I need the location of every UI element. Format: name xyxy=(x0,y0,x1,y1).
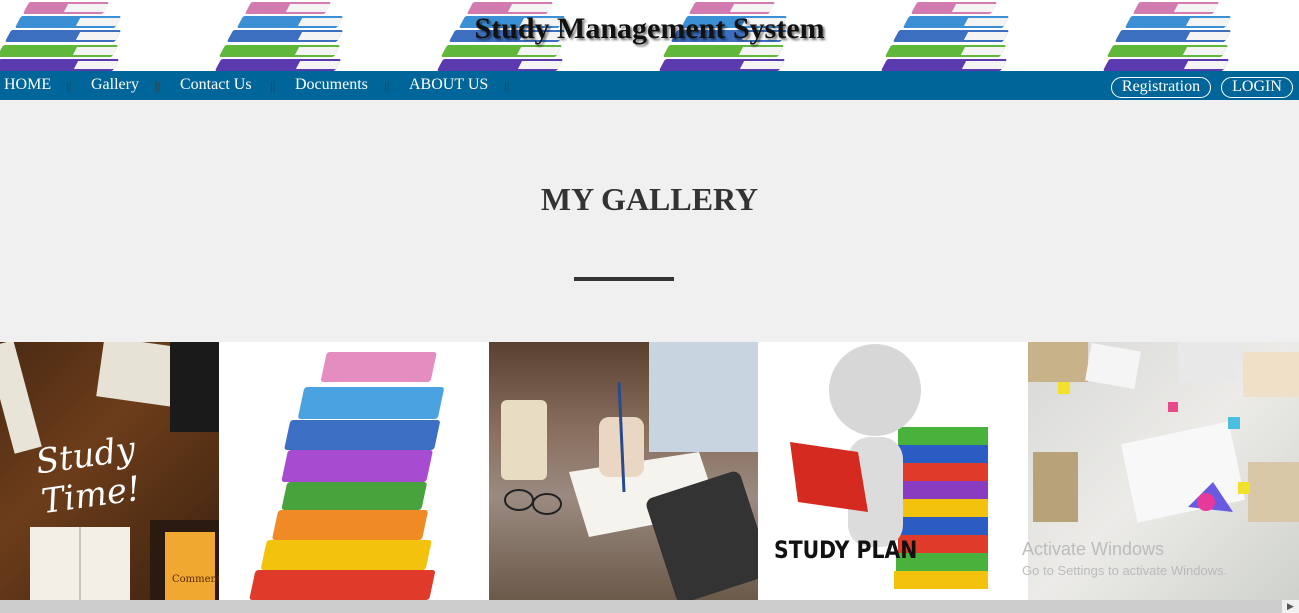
nav-home-link[interactable]: HOME xyxy=(4,76,51,94)
nav-contact-link[interactable]: Contact Us xyxy=(180,76,252,94)
heading-divider xyxy=(574,277,674,281)
writing-illustration xyxy=(501,342,758,600)
nav-separator: || xyxy=(504,78,510,93)
gallery-image-collaboration[interactable] xyxy=(1028,342,1299,600)
collaboration-illustration xyxy=(1028,342,1299,523)
study-plan-caption: STUDY PLAN xyxy=(774,536,918,564)
gallery-image-study-time[interactable]: Commentary on Study Time! xyxy=(0,342,219,600)
nav-separator: || xyxy=(270,78,276,93)
book-stack-illustration xyxy=(249,352,444,600)
nav-separator: || xyxy=(66,78,72,93)
navbar: HOME || Gallery || Contact Us || Documen… xyxy=(0,71,1299,100)
nav-documents-link[interactable]: Documents xyxy=(295,76,368,94)
site-title: Study Management System xyxy=(474,12,825,45)
gallery-image-book-stack[interactable] xyxy=(219,342,489,600)
page-heading: MY GALLERY xyxy=(540,181,759,217)
gallery: Commentary on Study Time! xyxy=(0,342,1299,600)
nav-separator: || xyxy=(155,78,161,93)
header-banner: Study Management System xyxy=(0,0,1299,71)
gallery-image-study-plan[interactable]: STUDY PLAN xyxy=(758,342,1028,600)
activation-watermark-title: Activate Windows xyxy=(1022,539,1165,559)
arrow-right-icon[interactable]: ▶ xyxy=(1282,600,1299,613)
nav-gallery-link[interactable]: Gallery xyxy=(91,76,139,94)
activation-watermark-text: Go to Settings to activate Windows. xyxy=(1022,563,1228,578)
book-label: Commentary on xyxy=(172,574,219,585)
registration-button[interactable]: Registration xyxy=(1111,77,1211,98)
gallery-image-writing[interactable] xyxy=(489,342,758,600)
horizontal-scrollbar[interactable]: ▶ xyxy=(0,600,1299,613)
login-button[interactable]: LOGIN xyxy=(1221,77,1293,98)
nav-separator: || xyxy=(384,78,390,93)
nav-about-link[interactable]: ABOUT US xyxy=(409,76,488,94)
